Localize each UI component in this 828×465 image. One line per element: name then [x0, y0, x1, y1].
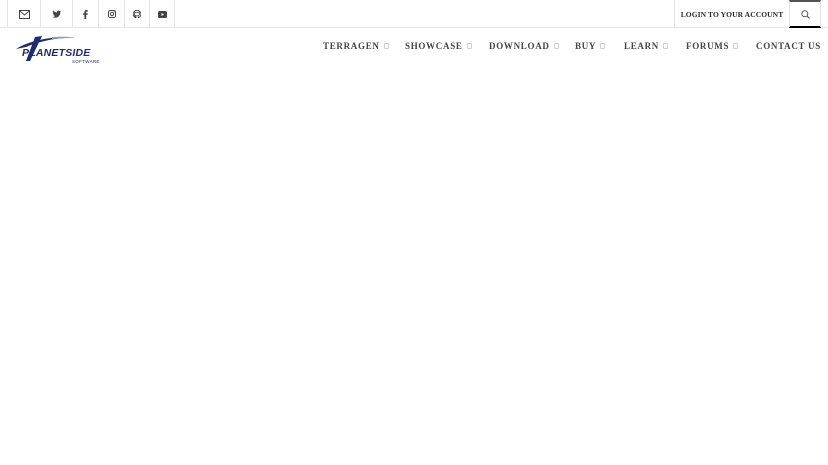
github-icon — [133, 10, 141, 18]
top-bar: LOGIN TO YOUR ACCOUNT — [0, 0, 828, 28]
instagram-icon — [107, 10, 116, 18]
nav-item-label: DOWNLOAD — [489, 41, 550, 51]
chevron-down-icon — [733, 43, 739, 49]
nav-item-label: CONTACT US — [756, 41, 821, 51]
facebook-icon — [83, 9, 88, 19]
chevron-down-icon — [553, 43, 559, 49]
chevron-down-icon — [663, 43, 669, 49]
logo-sub-text: SOFTWARE — [72, 59, 100, 64]
youtube-icon — [157, 10, 167, 18]
nav-item-download[interactable]: DOWNLOAD — [489, 41, 559, 51]
search-button[interactable] — [789, 0, 821, 28]
nav-item-label: LEARN — [624, 41, 660, 51]
facebook-link[interactable] — [72, 0, 98, 28]
mail-link[interactable] — [7, 0, 40, 28]
planetside-logo[interactable]: PLANETSIDE SOFTWARE — [12, 35, 104, 67]
twitter-icon — [52, 10, 61, 18]
nav-item-label: TERRAGEN — [323, 41, 380, 51]
instagram-link[interactable] — [98, 0, 124, 28]
nav-item-forums[interactable]: FORUMS — [686, 41, 739, 51]
twitter-link[interactable] — [40, 0, 72, 28]
nav-item-buy[interactable]: BUY — [575, 41, 606, 51]
logo-brand-text: PLANETSIDE — [22, 47, 91, 59]
search-icon — [800, 7, 810, 22]
page-content — [0, 70, 828, 465]
youtube-link[interactable] — [149, 0, 175, 28]
chevron-down-icon — [600, 43, 606, 49]
nav-item-showcase[interactable]: SHOWCASE — [405, 41, 472, 51]
nav-item-learn[interactable]: LEARN — [624, 41, 669, 51]
login-link[interactable]: LOGIN TO YOUR ACCOUNT — [674, 0, 789, 28]
chevron-down-icon — [383, 43, 389, 49]
nav-item-terragen[interactable]: TERRAGEN — [323, 41, 389, 51]
nav-item-label: FORUMS — [686, 41, 730, 51]
nav-item-label: SHOWCASE — [405, 41, 463, 51]
github-link[interactable] — [124, 0, 149, 28]
chevron-down-icon — [466, 43, 472, 49]
social-links — [7, 0, 175, 28]
nav-item-contact-us[interactable]: CONTACT US — [756, 41, 821, 51]
nav-item-label: BUY — [575, 41, 597, 51]
mail-icon — [18, 9, 30, 19]
